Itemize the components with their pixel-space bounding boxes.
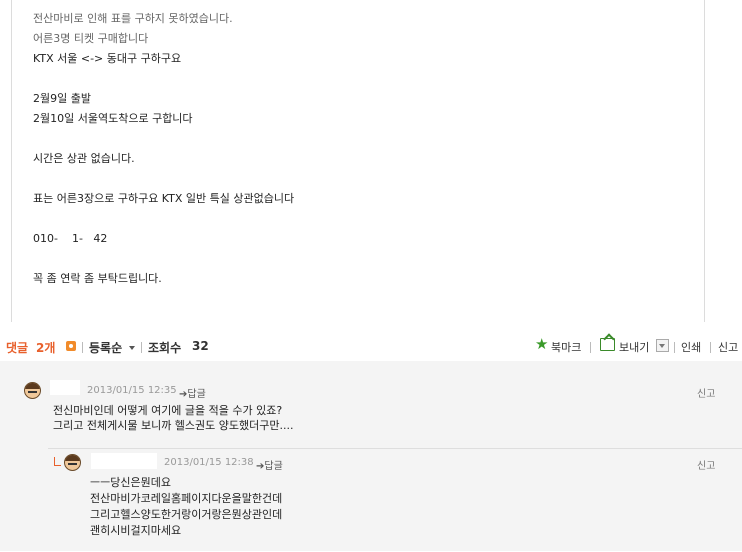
sort-dropdown[interactable]: 등록순: [89, 339, 122, 356]
divider: [590, 342, 591, 353]
comment-text: 전산마비가코레일홈페이지다운을말한건데: [90, 492, 283, 505]
post-line: 시간은 상관 없습니다.: [33, 152, 135, 165]
post-line: 꼭 좀 연락 좀 부탁드립니다.: [33, 272, 162, 285]
comment-report-link[interactable]: 신고: [697, 385, 715, 400]
reply-label: 답글: [264, 461, 283, 472]
comment-text: 괜히시비걸지마세요: [90, 524, 182, 537]
send-button[interactable]: 보내기: [619, 339, 649, 355]
bookmark-button[interactable]: 북마크: [551, 339, 581, 355]
post-line: 어른3명 티켓 구매합니다: [33, 32, 149, 45]
reply-indent-icon: [54, 457, 61, 466]
reply-item: 2013/01/15 12:38 ➔답글 신고 ㅡㅡ당신은뭔데요 전산마비가코레…: [48, 448, 742, 552]
post-line: KTX 서울 <-> 동대구 구하구요: [33, 52, 182, 65]
reply-link[interactable]: ➔답글: [179, 385, 206, 400]
comment-text: 그리고헬스양도한거랑이거랑은뭔상관인데: [90, 508, 283, 521]
comment-text: 전신마비인데 어떻게 여기에 글을 적을 수가 있죠?: [53, 404, 283, 417]
dropdown-arrow-icon[interactable]: [656, 339, 669, 352]
post-line: 2월9일 출발: [33, 92, 91, 105]
avatar[interactable]: [64, 454, 81, 471]
post-line: 전산마비로 인해 표를 구하지 못하였습니다.: [33, 12, 233, 25]
divider: [674, 342, 675, 353]
comment-toolbar: 댓글 2개 등록순 조회수 32 ★ 북마크 보내기 인쇄 신고: [0, 333, 742, 359]
comments-label[interactable]: 댓글: [6, 339, 28, 356]
views-count: 32: [192, 339, 209, 353]
comment-author[interactable]: [50, 380, 80, 395]
report-button[interactable]: 신고: [718, 339, 738, 355]
comment-date: 2013/01/15 12:38: [164, 457, 254, 468]
divider: [710, 342, 711, 353]
comment-text: 그리고 전체게시물 보니까 헬스권도 양도했더구만....: [53, 419, 294, 432]
reply-label: 답글: [187, 389, 206, 400]
post-line: 010- 1- 42: [33, 232, 108, 245]
comment-date: 2013/01/15 12:35: [87, 385, 177, 396]
post-line: 표는 어른3장으로 구하구요 KTX 일반 특실 상관없습니다: [33, 192, 295, 205]
post-content: 전산마비로 인해 표를 구하지 못하였습니다. 어른3명 티켓 구매합니다 KT…: [11, 0, 705, 322]
divider: [141, 342, 142, 353]
comment-report-link[interactable]: 신고: [697, 457, 715, 472]
comments-count[interactable]: 2개: [36, 339, 55, 356]
chevron-down-icon[interactable]: [129, 346, 135, 350]
post-line: 2월10일 서울역도착으로 구합니다: [33, 112, 193, 125]
star-icon[interactable]: ★: [535, 337, 548, 352]
share-icon[interactable]: [600, 338, 615, 351]
divider: [82, 342, 83, 353]
comment-list: 2013/01/15 12:35 ➔답글 신고 전신마비인데 어떻게 여기에 글…: [0, 361, 742, 551]
comment-text: ㅡㅡ당신은뭔데요: [90, 476, 171, 489]
views-label: 조회수: [148, 341, 182, 355]
rss-icon[interactable]: [66, 341, 76, 351]
reply-link[interactable]: ➔답글: [256, 457, 283, 472]
print-button[interactable]: 인쇄: [681, 339, 701, 355]
avatar[interactable]: [24, 382, 41, 399]
comment-author[interactable]: [91, 453, 157, 469]
